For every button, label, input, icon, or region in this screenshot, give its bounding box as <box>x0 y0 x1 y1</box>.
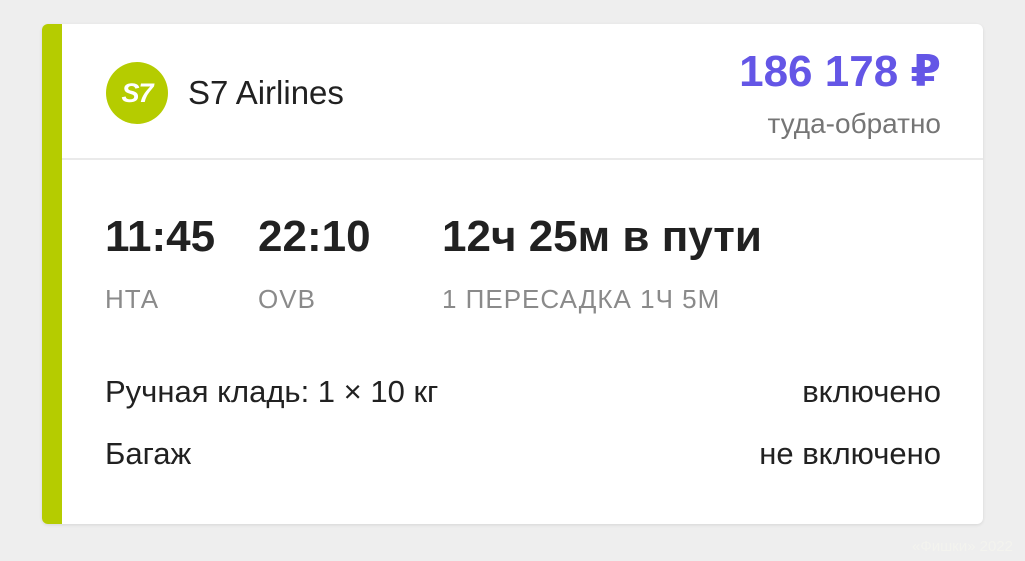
flight-duration: 12ч 25м в пути <box>442 212 762 261</box>
airline-name: S7 Airlines <box>188 74 344 111</box>
airline-logo-icon: S7 <box>106 62 168 124</box>
trip-type-label: туда-обратно <box>767 108 941 139</box>
card-header: S7 S7 Airlines 186 178 ₽ туда-обратно <box>62 24 983 158</box>
arrival-airport-code: OVB <box>258 284 316 314</box>
departure-time: 11:45 <box>105 212 216 261</box>
departure-airport-code: НТА <box>105 284 160 314</box>
hand-luggage-status: включено <box>802 374 941 409</box>
watermark: «Фишки» 2022 <box>912 538 1013 555</box>
hand-luggage-label: Ручная кладь: 1 × 10 кг <box>105 374 439 409</box>
card-accent-bar <box>42 24 62 524</box>
flight-offer-card[interactable]: S7 S7 Airlines 186 178 ₽ туда-обратно 11… <box>42 24 983 524</box>
checked-baggage-label: Багаж <box>105 436 192 471</box>
header-divider <box>62 158 983 160</box>
checked-baggage-status: не включено <box>759 436 941 471</box>
stops-info: 1 ПЕРЕСАДКА 1Ч 5М <box>442 284 721 314</box>
price-amount: 186 178 ₽ <box>739 47 941 96</box>
arrival-time: 22:10 <box>258 212 371 261</box>
